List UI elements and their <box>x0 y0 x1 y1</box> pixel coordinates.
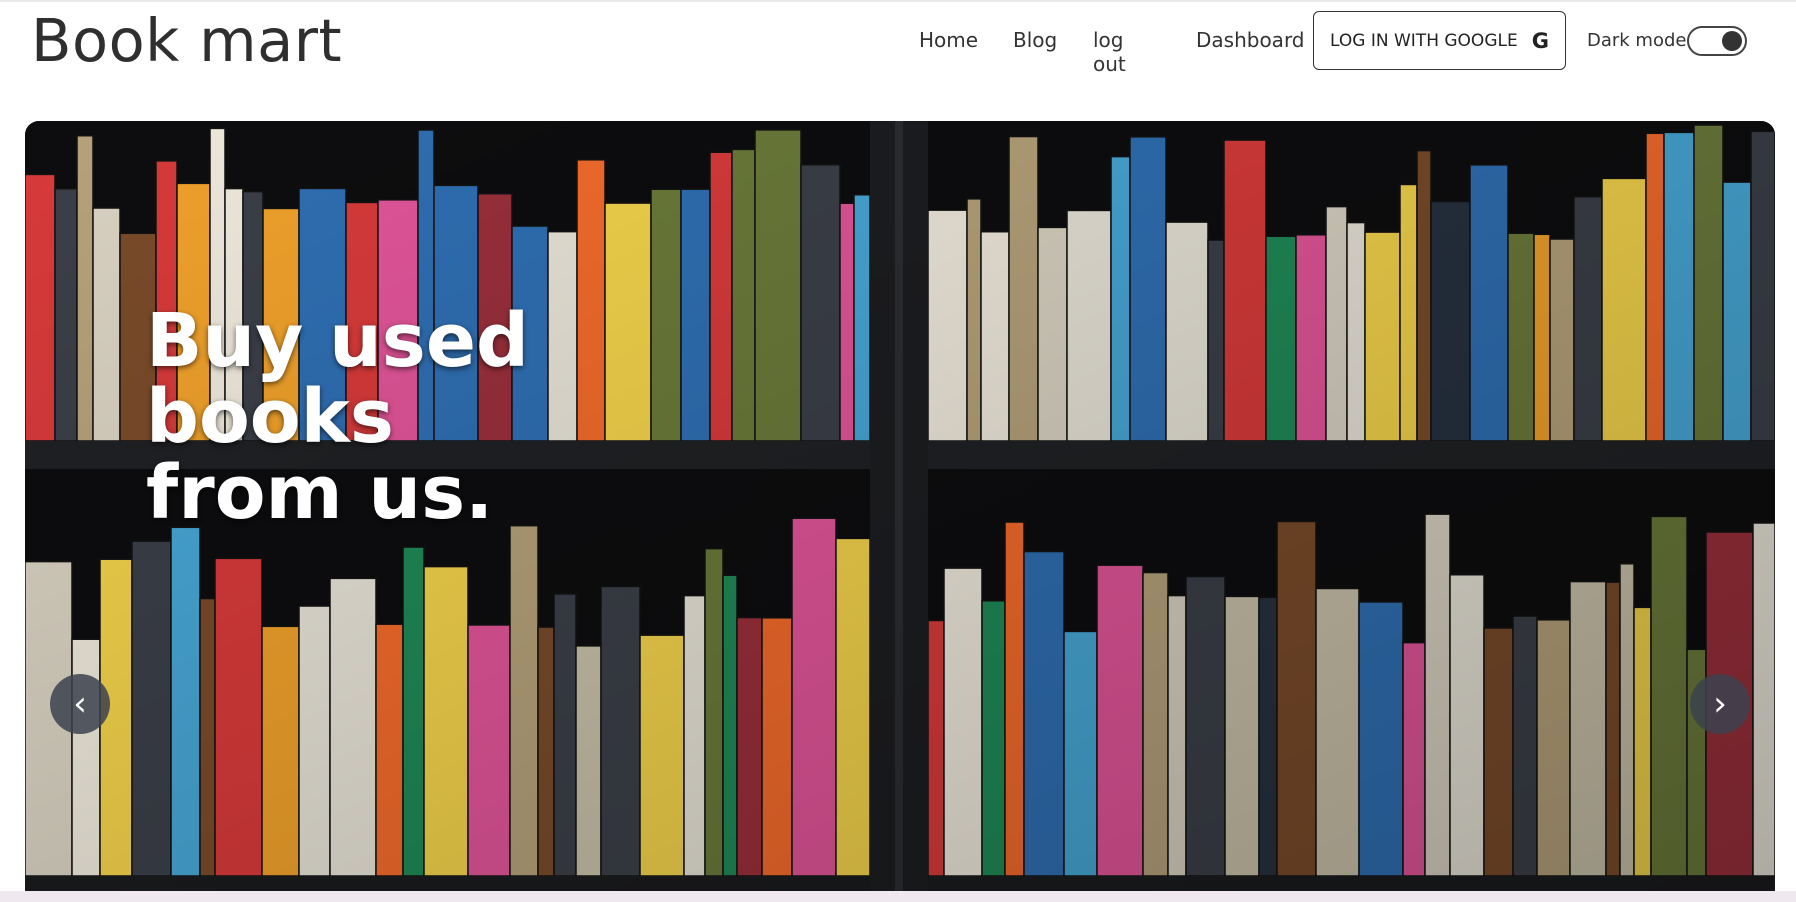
nav-home-link[interactable]: Home <box>919 28 978 52</box>
top-border <box>0 0 1796 2</box>
nav-blog-link[interactable]: Blog <box>1013 28 1057 52</box>
dark-mode-toggle[interactable] <box>1687 26 1747 56</box>
chevron-right-icon: › <box>1713 684 1727 724</box>
carousel-prev-button[interactable]: ‹ <box>50 674 110 734</box>
hero-caption: Buy used books from us. <box>146 298 529 536</box>
dark-mode-label: Dark mode <box>1587 30 1687 51</box>
google-icon: G <box>1531 28 1549 53</box>
nav-dashboard-link[interactable]: Dashboard <box>1196 28 1305 52</box>
bottom-strip <box>0 891 1796 902</box>
nav-logout-link[interactable]: log out <box>1093 28 1126 76</box>
brand-logo-text[interactable]: Book mart <box>31 6 342 75</box>
toggle-knob <box>1722 31 1742 51</box>
carousel-next-button[interactable]: › <box>1690 674 1750 734</box>
chevron-left-icon: ‹ <box>73 684 87 724</box>
hero-carousel: Buy used books from us. ‹ › <box>25 121 1775 891</box>
login-button-label: LOG IN WITH GOOGLE <box>1330 30 1518 51</box>
login-with-google-button[interactable]: LOG IN WITH GOOGLE G <box>1313 11 1566 70</box>
